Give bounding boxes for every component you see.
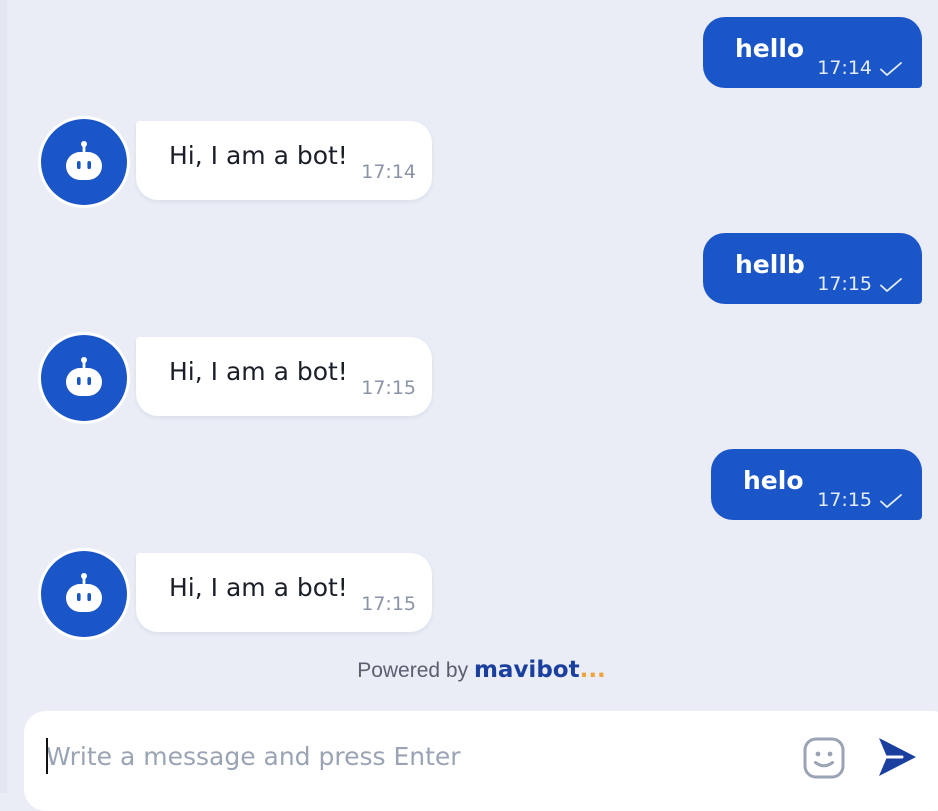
user-message: helo 17:15: [711, 449, 922, 520]
message-time: 17:15: [361, 377, 416, 399]
message-text: Hi, I am a bot!: [169, 573, 348, 602]
user-message: hello 17:14: [703, 17, 922, 88]
bot-avatar: [41, 335, 127, 421]
message-composer: [24, 711, 938, 811]
bot-avatar: [41, 119, 127, 205]
message-meta: 17:14: [817, 59, 902, 78]
emoji-icon[interactable]: [803, 737, 845, 779]
powered-by: Powered by mavibot...: [0, 657, 938, 683]
message-time: 17:15: [361, 593, 416, 615]
brand-name: mavibot: [473, 657, 580, 683]
message-text: hello: [735, 34, 805, 63]
message-time: 17:14: [817, 57, 872, 79]
bot-message-bubble: Hi, I am a bot! 17:15: [136, 553, 432, 632]
brand-link[interactable]: mavibot...: [474, 657, 606, 683]
chat-window: hello 17:14 Hi, I am a bot! 17:14 hellb …: [0, 0, 938, 811]
text-caret: [46, 738, 48, 774]
message-time: 17:15: [817, 489, 872, 511]
message-time: 17:14: [361, 161, 416, 183]
message-text: helo: [743, 466, 804, 495]
check-icon: [880, 61, 902, 76]
powered-by-label: Powered by: [357, 659, 469, 682]
message-time: 17:15: [817, 273, 872, 295]
check-icon: [880, 493, 902, 508]
brand-dots: ...: [579, 657, 606, 683]
user-message: hellb 17:15: [703, 233, 922, 304]
message-meta: 17:15: [817, 275, 902, 294]
check-icon: [880, 277, 902, 292]
message-text: Hi, I am a bot!: [169, 141, 348, 170]
robot-icon: [66, 141, 102, 180]
message-meta: 17:15: [817, 491, 902, 510]
message-text: Hi, I am a bot!: [169, 357, 348, 386]
bot-message-bubble: Hi, I am a bot! 17:14: [136, 121, 432, 200]
send-icon[interactable]: [876, 735, 918, 779]
message-text: hellb: [735, 250, 805, 279]
bot-avatar: [41, 551, 127, 637]
robot-icon: [66, 573, 102, 612]
bot-message-bubble: Hi, I am a bot! 17:15: [136, 337, 432, 416]
message-input[interactable]: [46, 737, 766, 775]
robot-icon: [66, 357, 102, 396]
